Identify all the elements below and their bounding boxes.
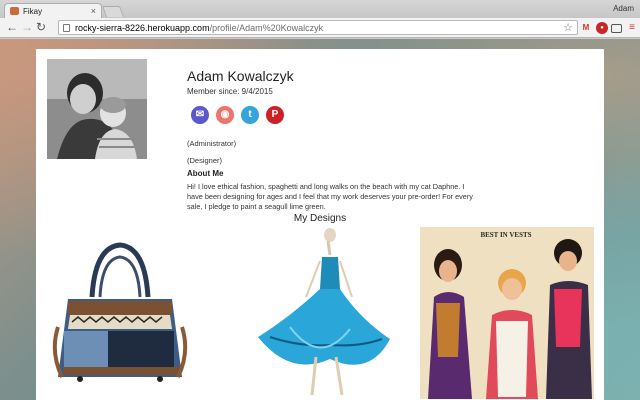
favicon-icon (10, 7, 19, 15)
browser-tab[interactable]: Fikay × (4, 3, 102, 18)
url-host: rocky-sierra-8226.herokuapp.com (75, 23, 210, 33)
profile-user-name[interactable]: Adam (613, 4, 634, 13)
about-heading: About Me (187, 169, 224, 178)
pinterest-icon[interactable]: P (266, 106, 284, 124)
extension-badge-icon[interactable]: ● (596, 22, 608, 34)
contact-icon[interactable]: ◉ (216, 106, 234, 124)
forward-icon[interactable]: → (21, 20, 33, 34)
browser-toolbar: ← → ↻ rocky-sierra-8226.herokuapp.com/pr… (0, 18, 640, 38)
cast-icon[interactable] (611, 24, 622, 33)
star-icon[interactable]: ☆ (563, 21, 573, 34)
url-text: rocky-sierra-8226.herokuapp.com/profile/… (75, 23, 323, 33)
profile-photo (47, 59, 147, 159)
close-tab-icon[interactable]: × (91, 6, 96, 16)
design-bag[interactable] (50, 227, 190, 399)
role-designer: (Designer) (187, 156, 223, 165)
url-path: /profile/Adam%20Kowalczyk (209, 23, 324, 33)
page-icon (63, 24, 70, 32)
role-administrator: (Administrator) (187, 139, 237, 148)
new-tab-button[interactable] (101, 6, 125, 17)
email-icon[interactable]: ✉ (191, 106, 209, 124)
poster-text: BEST IN VESTS (480, 231, 532, 239)
address-bar[interactable]: rocky-sierra-8226.herokuapp.com/profile/… (58, 20, 578, 35)
member-since: Member since: 9/4/2015 (187, 87, 273, 96)
twitter-icon[interactable]: t (241, 106, 259, 124)
designs-heading: My Designs (293, 213, 347, 224)
bio-text: Hi! I love ethical fashion, spaghetti an… (187, 182, 473, 212)
design-dress[interactable] (250, 227, 400, 399)
design-poster[interactable]: BEST IN VESTS (420, 227, 594, 399)
page-viewport: Adam Kowalczyk Member since: 9/4/2015 ✉ … (0, 39, 640, 400)
profile-name: Adam Kowalczyk (187, 68, 294, 84)
gmail-icon[interactable]: M (580, 22, 592, 34)
profile-card: Adam Kowalczyk Member since: 9/4/2015 ✉ … (36, 49, 604, 400)
back-icon[interactable]: ← (6, 20, 18, 34)
menu-icon[interactable]: ≡ (626, 22, 638, 34)
tab-title: Fikay (23, 7, 43, 16)
tab-strip: Fikay × Adam (0, 0, 640, 18)
reload-icon[interactable]: ↻ (36, 20, 46, 34)
